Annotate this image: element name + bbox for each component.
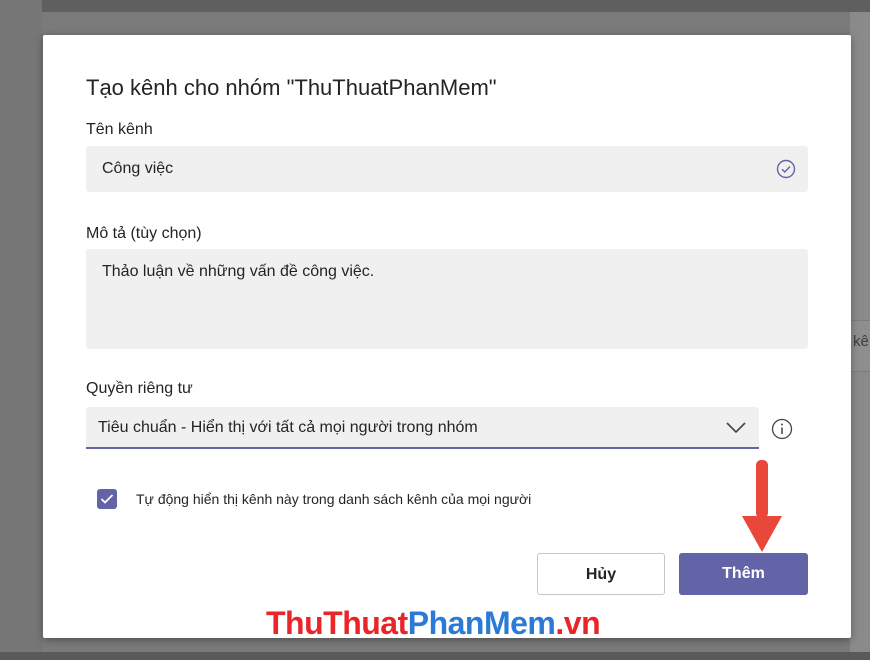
chevron-down-icon[interactable] [725,418,747,436]
channel-name-input[interactable]: Công việc [86,146,808,192]
privacy-label: Quyền riêng tư [86,380,193,397]
privacy-dropdown[interactable]: Tiêu chuẩn - Hiển thị với tất cả mọi ngư… [86,407,759,449]
auto-show-label: Tự động hiển thị kênh này trong danh sác… [136,491,532,507]
channel-name-value: Công việc [102,160,174,177]
watermark-part1: ThuThuat [266,605,408,641]
background-bottom-strip [0,652,870,660]
watermark-logo: ThuThuatPhanMem.vn [266,605,601,642]
watermark-part2: PhanMem [407,605,556,641]
background-left-column [0,0,42,660]
channel-name-label: Tên kênh [86,121,153,138]
add-button[interactable]: Thêm [679,553,808,595]
cancel-button[interactable]: Hủy [537,553,665,595]
background-top-bar [0,0,870,12]
auto-show-checkbox[interactable] [97,489,117,509]
dialog-title: Tạo kênh cho nhóm "ThuThuatPhanMem" [86,75,497,100]
checkmark-icon [100,494,114,504]
info-icon[interactable] [771,418,793,440]
watermark-part3: .vn [555,605,601,641]
create-channel-dialog: Tạo kênh cho nhóm "ThuThuatPhanMem" Tên … [43,35,851,638]
description-textarea[interactable]: Thảo luận về những vấn đề công việc. [86,249,808,349]
background-partial-text: kê [853,333,869,350]
privacy-selected-value: Tiêu chuẩn - Hiển thị với tất cả mọi ngư… [98,419,478,436]
red-arrow-annotation [742,460,782,552]
description-value: Thảo luận về những vấn đề công việc. [102,263,375,280]
check-circle-icon [776,159,796,179]
description-label: Mô tả (tùy chọn) [86,225,202,242]
